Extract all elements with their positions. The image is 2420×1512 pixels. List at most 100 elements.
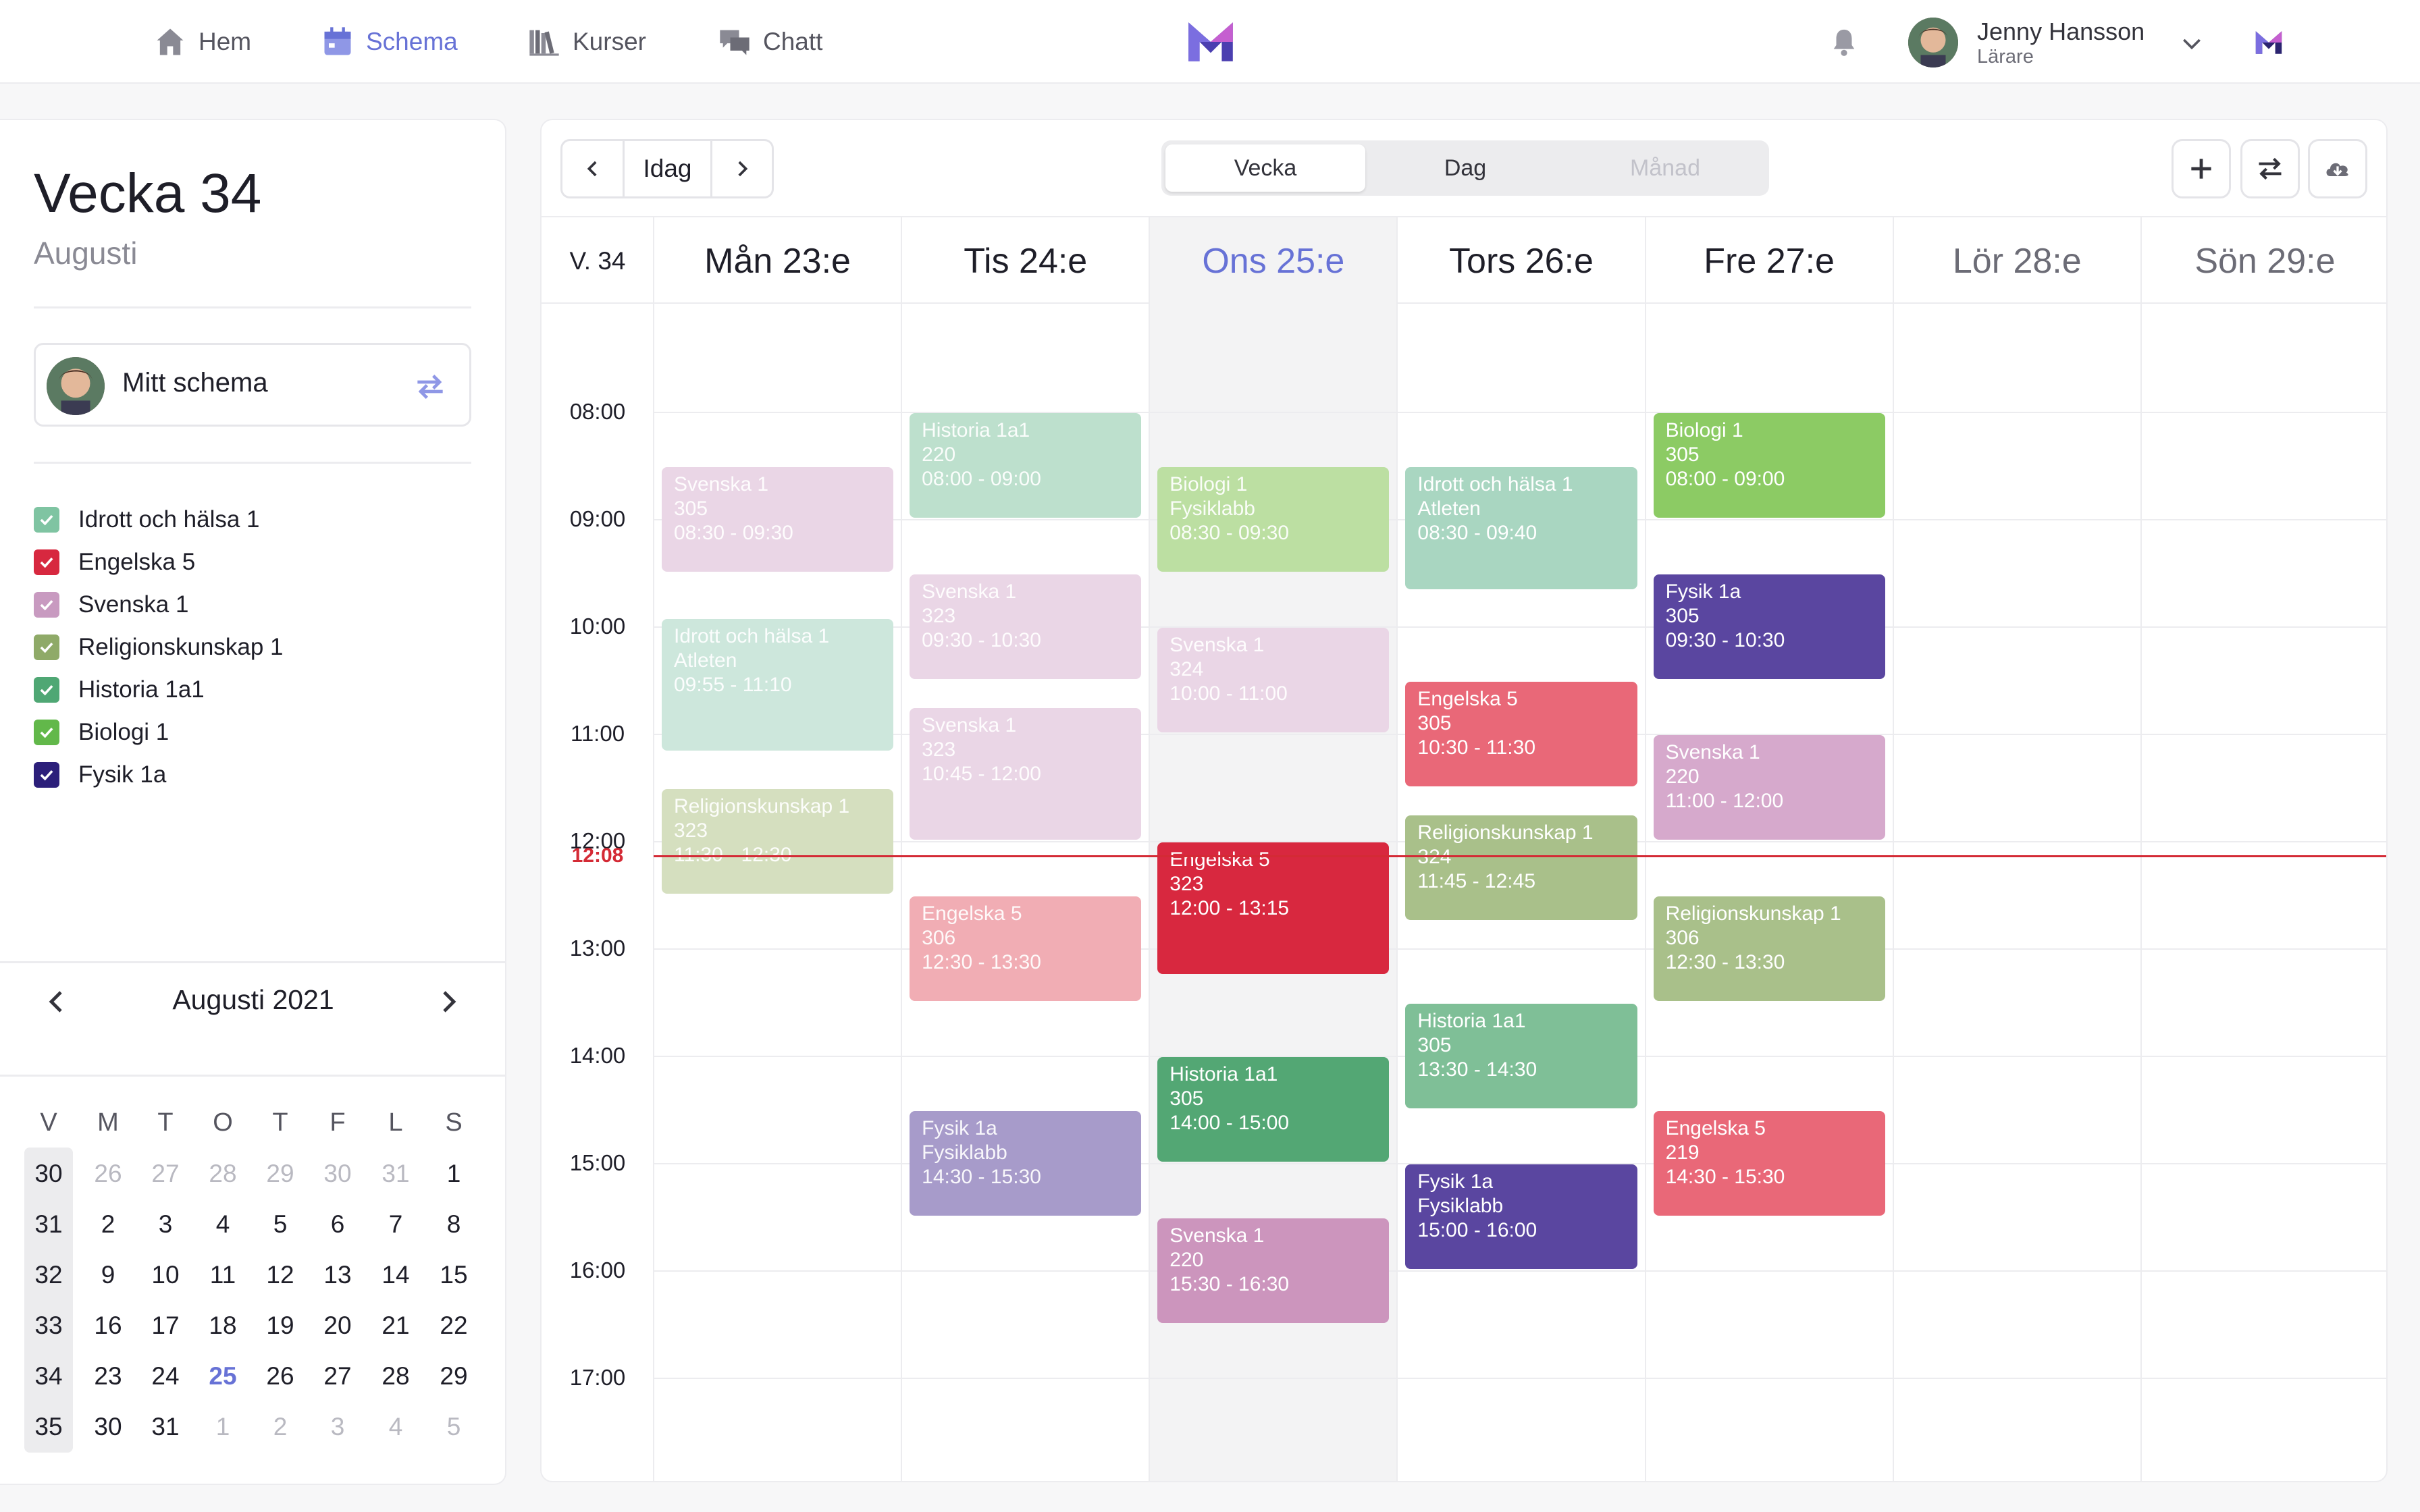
mini-calendar-day[interactable]: 4: [369, 1413, 423, 1441]
mini-calendar-day[interactable]: 5: [427, 1413, 481, 1441]
checkbox-checked-icon[interactable]: [34, 549, 59, 575]
mini-calendar-day[interactable]: 26: [81, 1160, 135, 1188]
calendar-event[interactable]: Historia 1a1 220 08:00 - 09:00: [910, 413, 1142, 518]
view-month-button[interactable]: Månad: [1565, 144, 1765, 192]
mini-calendar-day[interactable]: 3: [138, 1210, 192, 1239]
mini-calendar-day[interactable]: 5: [253, 1210, 307, 1239]
mini-calendar-day[interactable]: 28: [196, 1160, 250, 1188]
mini-calendar-day[interactable]: 2: [253, 1413, 307, 1441]
checkbox-checked-icon[interactable]: [34, 761, 59, 788]
mini-calendar-day[interactable]: 21: [369, 1312, 423, 1340]
calendar-event[interactable]: Idrott och hälsa 1 Atleten 09:55 - 11:10: [662, 618, 894, 751]
mini-calendar-day[interactable]: 10: [138, 1261, 192, 1289]
course-filter-item[interactable]: Biologi 1: [34, 711, 284, 753]
mini-calendar-day[interactable]: 19: [253, 1312, 307, 1340]
mini-calendar-day[interactable]: 6: [311, 1210, 365, 1239]
calendar-event[interactable]: Svenska 1 220 15:30 - 16:30: [1157, 1218, 1390, 1323]
course-filter-item[interactable]: Fysik 1a: [34, 753, 284, 796]
bell-icon[interactable]: [1829, 27, 1860, 58]
course-filter-item[interactable]: Religionskunskap 1: [34, 626, 284, 668]
calendar-event[interactable]: Religionskunskap 1 324 11:45 - 12:45: [1405, 815, 1637, 921]
nav-schedule[interactable]: Schema: [320, 0, 458, 84]
view-day-button[interactable]: Dag: [1365, 144, 1565, 192]
day-header[interactable]: Sön 29:e: [2141, 217, 2386, 305]
mini-calendar-day[interactable]: 11: [196, 1261, 250, 1289]
calendar-event[interactable]: Religionskunskap 1 323 11:30 - 12:30: [662, 788, 894, 894]
calendar-event[interactable]: Engelska 5 219 14:30 - 15:30: [1653, 1110, 1885, 1216]
calendar-event[interactable]: Engelska 5 306 12:30 - 13:30: [910, 896, 1142, 1001]
next-week-button[interactable]: [712, 141, 772, 196]
mini-calendar-day[interactable]: 12: [253, 1261, 307, 1289]
nav-chat[interactable]: Chatt: [717, 0, 822, 84]
mini-calendar-day[interactable]: 7: [369, 1210, 423, 1239]
checkbox-checked-icon[interactable]: [34, 634, 59, 660]
mini-calendar-day[interactable]: 31: [369, 1160, 423, 1188]
calendar-event[interactable]: Svenska 1 305 08:30 - 09:30: [662, 466, 894, 572]
checkbox-checked-icon[interactable]: [34, 506, 59, 533]
calendar-event[interactable]: Historia 1a1 305 14:00 - 15:00: [1157, 1057, 1390, 1162]
mini-calendar-day[interactable]: 1: [427, 1160, 481, 1188]
mini-calendar-day[interactable]: 27: [138, 1160, 192, 1188]
school-logo-icon[interactable]: [2253, 26, 2285, 59]
day-header[interactable]: Tors 26:e: [1397, 217, 1645, 305]
swap-icon[interactable]: [411, 368, 449, 406]
calendar-event[interactable]: Biologi 1 Fysiklabb 08:30 - 09:30: [1157, 466, 1390, 572]
mini-calendar-day[interactable]: 3: [311, 1413, 365, 1441]
mini-calendar-day[interactable]: 18: [196, 1312, 250, 1340]
mini-calendar-day[interactable]: 14: [369, 1261, 423, 1289]
course-filter-item[interactable]: Engelska 5: [34, 541, 284, 583]
view-week-button[interactable]: Vecka: [1165, 144, 1365, 192]
mini-calendar-day[interactable]: 8: [427, 1210, 481, 1239]
mini-calendar-day[interactable]: 9: [81, 1261, 135, 1289]
mini-calendar-day[interactable]: 26: [253, 1362, 307, 1390]
day-header[interactable]: Tis 24:e: [901, 217, 1149, 305]
prev-week-button[interactable]: [562, 141, 625, 196]
mini-calendar-day[interactable]: 2: [81, 1210, 135, 1239]
mini-calendar-day[interactable]: 13: [311, 1261, 365, 1289]
course-filter-item[interactable]: Historia 1a1: [34, 668, 284, 711]
course-filter-item[interactable]: Idrott och hälsa 1: [34, 498, 284, 541]
mini-calendar-day[interactable]: 4: [196, 1210, 250, 1239]
checkbox-checked-icon[interactable]: [34, 591, 59, 618]
mini-calendar-day[interactable]: 1: [196, 1413, 250, 1441]
mini-calendar-day[interactable]: 23: [81, 1362, 135, 1390]
mini-calendar-day[interactable]: 20: [311, 1312, 365, 1340]
calendar-event[interactable]: Engelska 5 305 10:30 - 11:30: [1405, 681, 1637, 786]
mini-calendar-today[interactable]: 25: [196, 1362, 250, 1390]
calendar-event[interactable]: Fysik 1a Fysiklabb 15:00 - 16:00: [1405, 1164, 1637, 1269]
calendar-event[interactable]: Svenska 1 323 09:30 - 10:30: [910, 574, 1142, 679]
calendar-event[interactable]: Svenska 1 324 10:00 - 11:00: [1157, 628, 1390, 732]
mini-calendar-day[interactable]: 29: [253, 1160, 307, 1188]
mini-calendar-day[interactable]: 16: [81, 1312, 135, 1340]
mini-calendar-day[interactable]: 15: [427, 1261, 481, 1289]
checkbox-checked-icon[interactable]: [34, 719, 59, 745]
mini-calendar-day[interactable]: 31: [138, 1413, 192, 1441]
day-header[interactable]: Mån 23:e: [654, 217, 901, 305]
add-event-button[interactable]: [2172, 139, 2231, 198]
calendar-event[interactable]: Fysik 1a Fysiklabb 14:30 - 15:30: [910, 1110, 1142, 1216]
mini-calendar-day[interactable]: 30: [81, 1413, 135, 1441]
checkbox-checked-icon[interactable]: [34, 676, 59, 703]
calendar-event[interactable]: Historia 1a1 305 13:30 - 14:30: [1405, 1003, 1637, 1108]
mini-calendar-day[interactable]: 24: [138, 1362, 192, 1390]
swap-schedule-button[interactable]: [2240, 139, 2300, 198]
calendar-event[interactable]: Idrott och hälsa 1 Atleten 08:30 - 09:40: [1405, 466, 1637, 589]
day-header[interactable]: Lör 28:e: [1893, 217, 2141, 305]
day-header[interactable]: Fre 27:e: [1646, 217, 1893, 305]
chevron-right-icon[interactable]: [432, 986, 465, 1018]
course-filter-item[interactable]: Svenska 1: [34, 583, 284, 626]
app-logo[interactable]: [1183, 14, 1238, 70]
user-avatar[interactable]: [1908, 18, 1958, 68]
mini-calendar-day[interactable]: 17: [138, 1312, 192, 1340]
calendar-event[interactable]: Religionskunskap 1 306 12:30 - 13:30: [1653, 896, 1885, 1001]
chevron-down-icon[interactable]: [2178, 30, 2205, 57]
mini-calendar-day[interactable]: 28: [369, 1362, 423, 1390]
nav-home[interactable]: Hem: [153, 0, 251, 84]
calendar-event[interactable]: Svenska 1 323 10:45 - 12:00: [910, 708, 1142, 840]
mini-calendar-day[interactable]: 30: [311, 1160, 365, 1188]
calendar-event[interactable]: Fysik 1a 305 09:30 - 10:30: [1653, 574, 1885, 679]
calendar-event[interactable]: Engelska 5 323 12:00 - 13:15: [1157, 842, 1390, 974]
today-button[interactable]: Idag: [625, 141, 712, 196]
my-schedule-selector[interactable]: Mitt schema: [34, 343, 471, 427]
download-button[interactable]: [2308, 139, 2367, 198]
